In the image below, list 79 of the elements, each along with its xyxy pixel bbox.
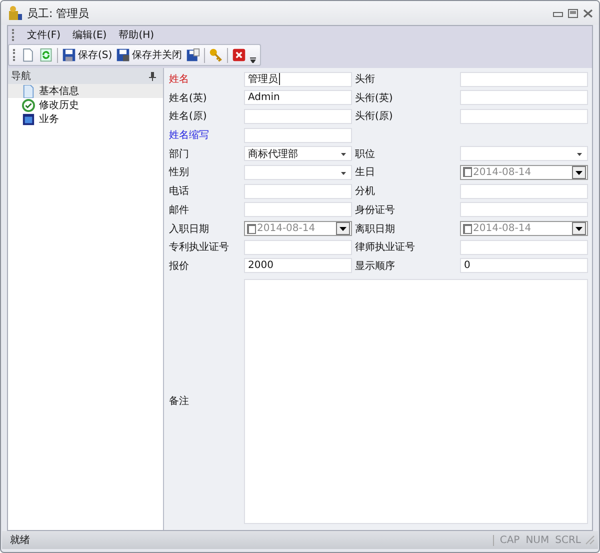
field-label: 身份证号	[354, 204, 396, 217]
close-icon[interactable]	[583, 8, 593, 18]
field-label: 专利执业证号	[168, 240, 230, 254]
text-field[interactable]	[460, 72, 588, 86]
text-field[interactable]	[460, 184, 588, 199]
overflow-icon[interactable]	[250, 57, 256, 63]
resize-grip-icon[interactable]	[585, 535, 595, 545]
checkbox[interactable]	[247, 224, 256, 234]
nav-item[interactable]: 修改历史	[8, 98, 163, 112]
status-indicator: NUM	[526, 534, 550, 546]
field-label: 报价	[168, 260, 190, 273]
save-button[interactable]: 保存(S)	[62, 48, 112, 62]
dropdown-arrow-icon	[577, 153, 582, 156]
text-field[interactable]	[244, 202, 352, 218]
field-label: 职位	[354, 148, 376, 161]
field-label: 姓名(英)	[168, 92, 208, 105]
new-document-icon[interactable]	[21, 48, 35, 62]
date-picker[interactable]: 2014-08-14	[460, 221, 588, 236]
field-label: 电话	[168, 184, 190, 198]
text-field[interactable]	[244, 108, 352, 124]
menu-item[interactable]: 帮助(H)	[118, 28, 156, 42]
text-cursor-icon	[279, 73, 281, 85]
save-and-close-button[interactable]: 保存并关闭	[116, 48, 182, 62]
app-icon	[7, 5, 23, 21]
field-label: 生日	[354, 166, 376, 180]
grip-icon	[13, 49, 17, 61]
refresh-icon[interactable]	[39, 48, 53, 62]
text-field[interactable]	[460, 90, 588, 106]
field-label: 头衔(英)	[354, 92, 394, 105]
dropdown-arrow-icon	[341, 172, 346, 175]
field-label: 显示顺序	[354, 260, 396, 273]
status-indicator: CAP	[500, 534, 520, 546]
dropdown[interactable]: 商标代理部	[244, 146, 352, 162]
nav-title: 导航	[11, 70, 31, 83]
dropdown-arrow-icon	[341, 153, 346, 156]
field-label: 姓名	[168, 73, 190, 86]
status-indicator: SCRL	[555, 534, 581, 546]
maximize-icon[interactable]	[568, 8, 578, 18]
pin-icon[interactable]	[149, 72, 156, 80]
field-label: 邮件	[168, 204, 190, 217]
checkbox[interactable]	[463, 224, 472, 234]
notes-field[interactable]	[244, 278, 588, 524]
delete-icon[interactable]	[232, 48, 246, 62]
field-label: 分机	[354, 184, 376, 198]
status-text: 就绪	[10, 534, 31, 547]
save-copy-icon[interactable]	[186, 48, 200, 62]
field-label: 入职日期	[168, 222, 210, 236]
window-icon	[22, 112, 35, 126]
field-label: 部门	[168, 148, 190, 161]
text-field[interactable]: 2000	[244, 258, 352, 274]
text-field[interactable]	[244, 128, 352, 143]
menu-item[interactable]: 编辑(E)	[72, 28, 108, 42]
menu-item[interactable]: 文件(F)	[26, 28, 62, 42]
window-title: 员工: 管理员	[27, 6, 90, 20]
nav-item[interactable]: 基本信息	[8, 84, 163, 98]
text-field[interactable]: 0	[460, 258, 588, 274]
grip-icon	[12, 29, 16, 41]
key-icon[interactable]	[209, 48, 224, 62]
field-label: 姓名缩写	[168, 128, 210, 142]
text-field[interactable]: Admin	[244, 90, 352, 106]
text-field[interactable]	[244, 184, 352, 199]
field-label: 头衔	[354, 72, 376, 86]
clock-check-icon	[22, 98, 35, 112]
field-label: 备注	[168, 394, 190, 408]
text-field[interactable]	[244, 240, 352, 255]
date-picker[interactable]: 2014-08-14	[244, 221, 352, 236]
text-field[interactable]	[460, 108, 588, 124]
text-field[interactable]	[460, 240, 588, 255]
date-picker[interactable]: 2014-08-14	[460, 164, 588, 180]
field-label: 离职日期	[354, 222, 396, 236]
field-label: 姓名(原)	[168, 110, 208, 124]
field-label: 律师执业证号	[354, 240, 416, 254]
nav-item[interactable]: 业务	[8, 112, 163, 126]
field-label: 性别	[168, 166, 190, 180]
checkbox[interactable]	[463, 167, 472, 178]
field-label: 头衔(原)	[354, 110, 394, 124]
minimize-icon[interactable]	[553, 9, 563, 17]
text-field[interactable]: 管理员	[244, 72, 352, 86]
text-field[interactable]	[460, 202, 588, 218]
